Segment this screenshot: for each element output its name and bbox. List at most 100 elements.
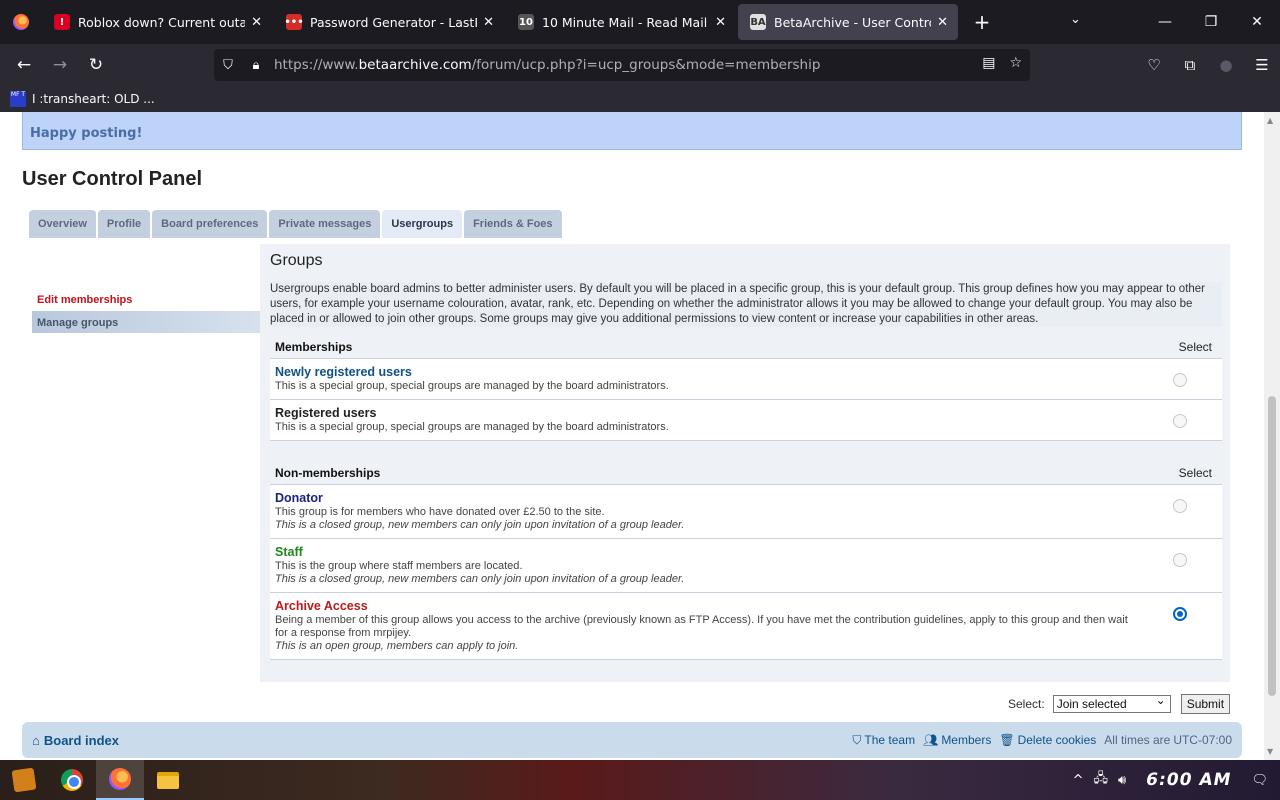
group-name-link[interactable]: Donator <box>275 491 1217 505</box>
group-name-link[interactable]: Registered users <box>275 406 1217 420</box>
group-status: This is an open group, members can apply… <box>275 640 519 652</box>
submit-button[interactable]: Submit <box>1180 694 1231 714</box>
notifications-icon[interactable]: 🗨︎ <box>1251 773 1268 788</box>
tab-close-icon[interactable]: ✕ <box>251 15 262 30</box>
url-path: /forum/ucp.php?i=ucp_groups&mode=members… <box>471 57 821 73</box>
close-window-button[interactable]: ✕ <box>1234 0 1280 44</box>
reader-view-icon[interactable]: ▤ <box>982 55 995 71</box>
sidebar-item-edit-memberships[interactable]: Edit memberships <box>32 288 260 310</box>
list-all-tabs-chevron-icon[interactable]: ⌄ <box>1070 12 1081 27</box>
new-tab-button[interactable]: + <box>962 10 1002 34</box>
page-scrollbar[interactable]: ▲ ▼ <box>1264 112 1280 760</box>
tab-close-icon[interactable]: ✕ <box>715 15 726 30</box>
group-description: This is a special group, special groups … <box>275 380 669 392</box>
group-row: Registered users This is a special group,… <box>270 400 1222 441</box>
account-icon[interactable]: ● <box>1208 56 1244 74</box>
tab-close-icon[interactable]: ✕ <box>483 15 494 30</box>
section-title: Groups <box>270 252 323 269</box>
bookmark-favicon-icon: MF T <box>10 91 26 107</box>
chrome-icon <box>61 769 83 791</box>
start-button[interactable] <box>0 760 48 800</box>
browser-tab[interactable]: BA BetaArchive - User Control Panel ✕ <box>738 4 958 40</box>
group-description: This is a special group, special groups … <box>275 421 669 433</box>
group-action-bar: Select: Join selected Submit <box>1008 693 1231 714</box>
scroll-up-arrow-icon[interactable]: ▲ <box>1267 116 1273 125</box>
group-description: This group is for members who have donat… <box>275 506 605 518</box>
group-name-link[interactable]: Staff <box>275 545 1217 559</box>
scroll-thumb[interactable] <box>1268 396 1276 696</box>
board-index-link[interactable]: ⌂ Board index <box>32 733 119 748</box>
pocket-icon[interactable]: ♡ <box>1136 56 1172 74</box>
timezone-value: UTC-07:00 <box>1173 733 1232 747</box>
taskbar-chrome[interactable] <box>48 760 96 800</box>
tracking-shield-icon[interactable]: ⛉ <box>214 58 242 73</box>
group-select-radio[interactable] <box>1173 499 1187 513</box>
action-select[interactable]: Join selected <box>1052 693 1171 713</box>
bookmark-star-icon[interactable]: ☆ <box>1009 55 1022 71</box>
tab-close-icon[interactable]: ✕ <box>937 15 948 30</box>
tab-title: Password Generator - LastPass <box>310 14 477 30</box>
tab-overview[interactable]: Overview <box>29 210 96 238</box>
non-memberships-table: Non-memberships Select Donator This group… <box>270 461 1222 660</box>
back-arrow-icon[interactable]: ← <box>6 49 42 81</box>
group-select-radio[interactable] <box>1173 373 1187 387</box>
browser-tab[interactable]: ! Roblox down? Current outages ✕ <box>42 4 272 40</box>
tab-profile[interactable]: Profile <box>97 210 151 238</box>
group-name-link[interactable]: Newly registered users <box>275 365 1217 379</box>
tab-friends-foes[interactable]: Friends & Foes <box>464 210 562 238</box>
network-icon[interactable]: 🖧︎ <box>1094 769 1109 791</box>
tab-private-messages[interactable]: Private messages <box>269 210 381 238</box>
browser-tab[interactable]: 10 10 Minute Mail - Read Mail ✕ <box>506 4 736 40</box>
reload-icon[interactable]: ↻ <box>78 49 114 81</box>
group-select-radio[interactable] <box>1173 414 1187 428</box>
tray-overflow-chevron-icon[interactable]: ^ <box>1073 773 1084 788</box>
browser-tab[interactable]: ••• Password Generator - LastPass ✕ <box>274 4 504 40</box>
firefox-icon <box>109 768 131 790</box>
members-label: Members <box>941 733 992 747</box>
windows-taskbar: ^ 🖧︎ 🔊︎ 6:00 AM 🗨︎ <box>0 760 1280 800</box>
bookmark-item[interactable]: I :transheart: OLD ... <box>32 92 155 106</box>
forward-arrow-icon[interactable]: → <box>42 49 78 81</box>
group-description: This is the group where staff members ar… <box>275 560 523 572</box>
memberships-heading: Memberships <box>275 339 353 354</box>
tab-title: Roblox down? Current outages <box>78 14 246 30</box>
url-domain: betaarchive.com <box>358 57 472 73</box>
address-bar[interactable]: ⛉ 🔒︎ https://www.betaarchive.com/forum/u… <box>214 49 1030 81</box>
timezone-info: All times are UTC-07:00 <box>1104 733 1232 747</box>
tab-title: 10 Minute Mail - Read Mail <box>542 14 708 30</box>
tab-strip: ! Roblox down? Current outages ✕ ••• Passwor… <box>42 4 958 40</box>
minimize-button[interactable]: — <box>1142 0 1188 44</box>
delete-cookies-link[interactable]: 🗑︎ Delete cookies <box>999 733 1096 747</box>
group-status: This is a closed group, new members can … <box>275 519 685 531</box>
folder-icon <box>157 771 179 789</box>
sidebar-item-manage-groups[interactable]: Manage groups <box>32 311 260 333</box>
memberships-table: Memberships Select Newly registered user… <box>270 335 1222 441</box>
group-name-link[interactable]: Archive Access <box>275 599 1217 613</box>
restore-button[interactable]: ❐ <box>1188 0 1234 44</box>
group-row: Donator This group is for members who hav… <box>270 485 1222 539</box>
timezone-prefix: All times are <box>1104 733 1171 747</box>
the-team-link[interactable]: ⛉ The team <box>852 733 915 748</box>
lock-icon[interactable]: 🔒︎ <box>242 58 270 73</box>
browser-tab-bar: ! Roblox down? Current outages ✕ ••• Passwor… <box>0 0 1280 44</box>
tab-usergroups[interactable]: Usergroups <box>382 210 463 238</box>
select-column-heading: Select <box>1178 465 1212 480</box>
taskbar-firefox[interactable] <box>96 760 144 800</box>
scroll-down-arrow-icon[interactable]: ▼ <box>1267 747 1273 756</box>
firefox-view-button[interactable] <box>0 0 42 44</box>
group-row: Newly registered users This is a special … <box>270 359 1222 400</box>
group-select-radio[interactable] <box>1173 607 1187 621</box>
volume-icon[interactable]: 🔊︎ <box>1118 773 1126 788</box>
taskbar-clock[interactable]: 6:00 AM <box>1144 770 1233 790</box>
url-text[interactable]: https://www.betaarchive.com/forum/ucp.ph… <box>274 57 820 73</box>
group-row: Archive Access Being a member of this gro… <box>270 593 1222 660</box>
extensions-icon[interactable]: ⧉ <box>1172 56 1208 74</box>
members-link[interactable]: 👥︎ Members <box>923 733 991 747</box>
delete-cookies-label: Delete cookies <box>1017 733 1097 747</box>
taskbar-file-explorer[interactable] <box>144 760 192 800</box>
menu-icon[interactable]: ☰ <box>1244 56 1280 74</box>
group-select-radio[interactable] <box>1173 553 1187 567</box>
start-icon <box>11 767 37 793</box>
tab-favicon-icon: ! <box>54 14 70 30</box>
tab-board-preferences[interactable]: Board preferences <box>152 210 268 238</box>
